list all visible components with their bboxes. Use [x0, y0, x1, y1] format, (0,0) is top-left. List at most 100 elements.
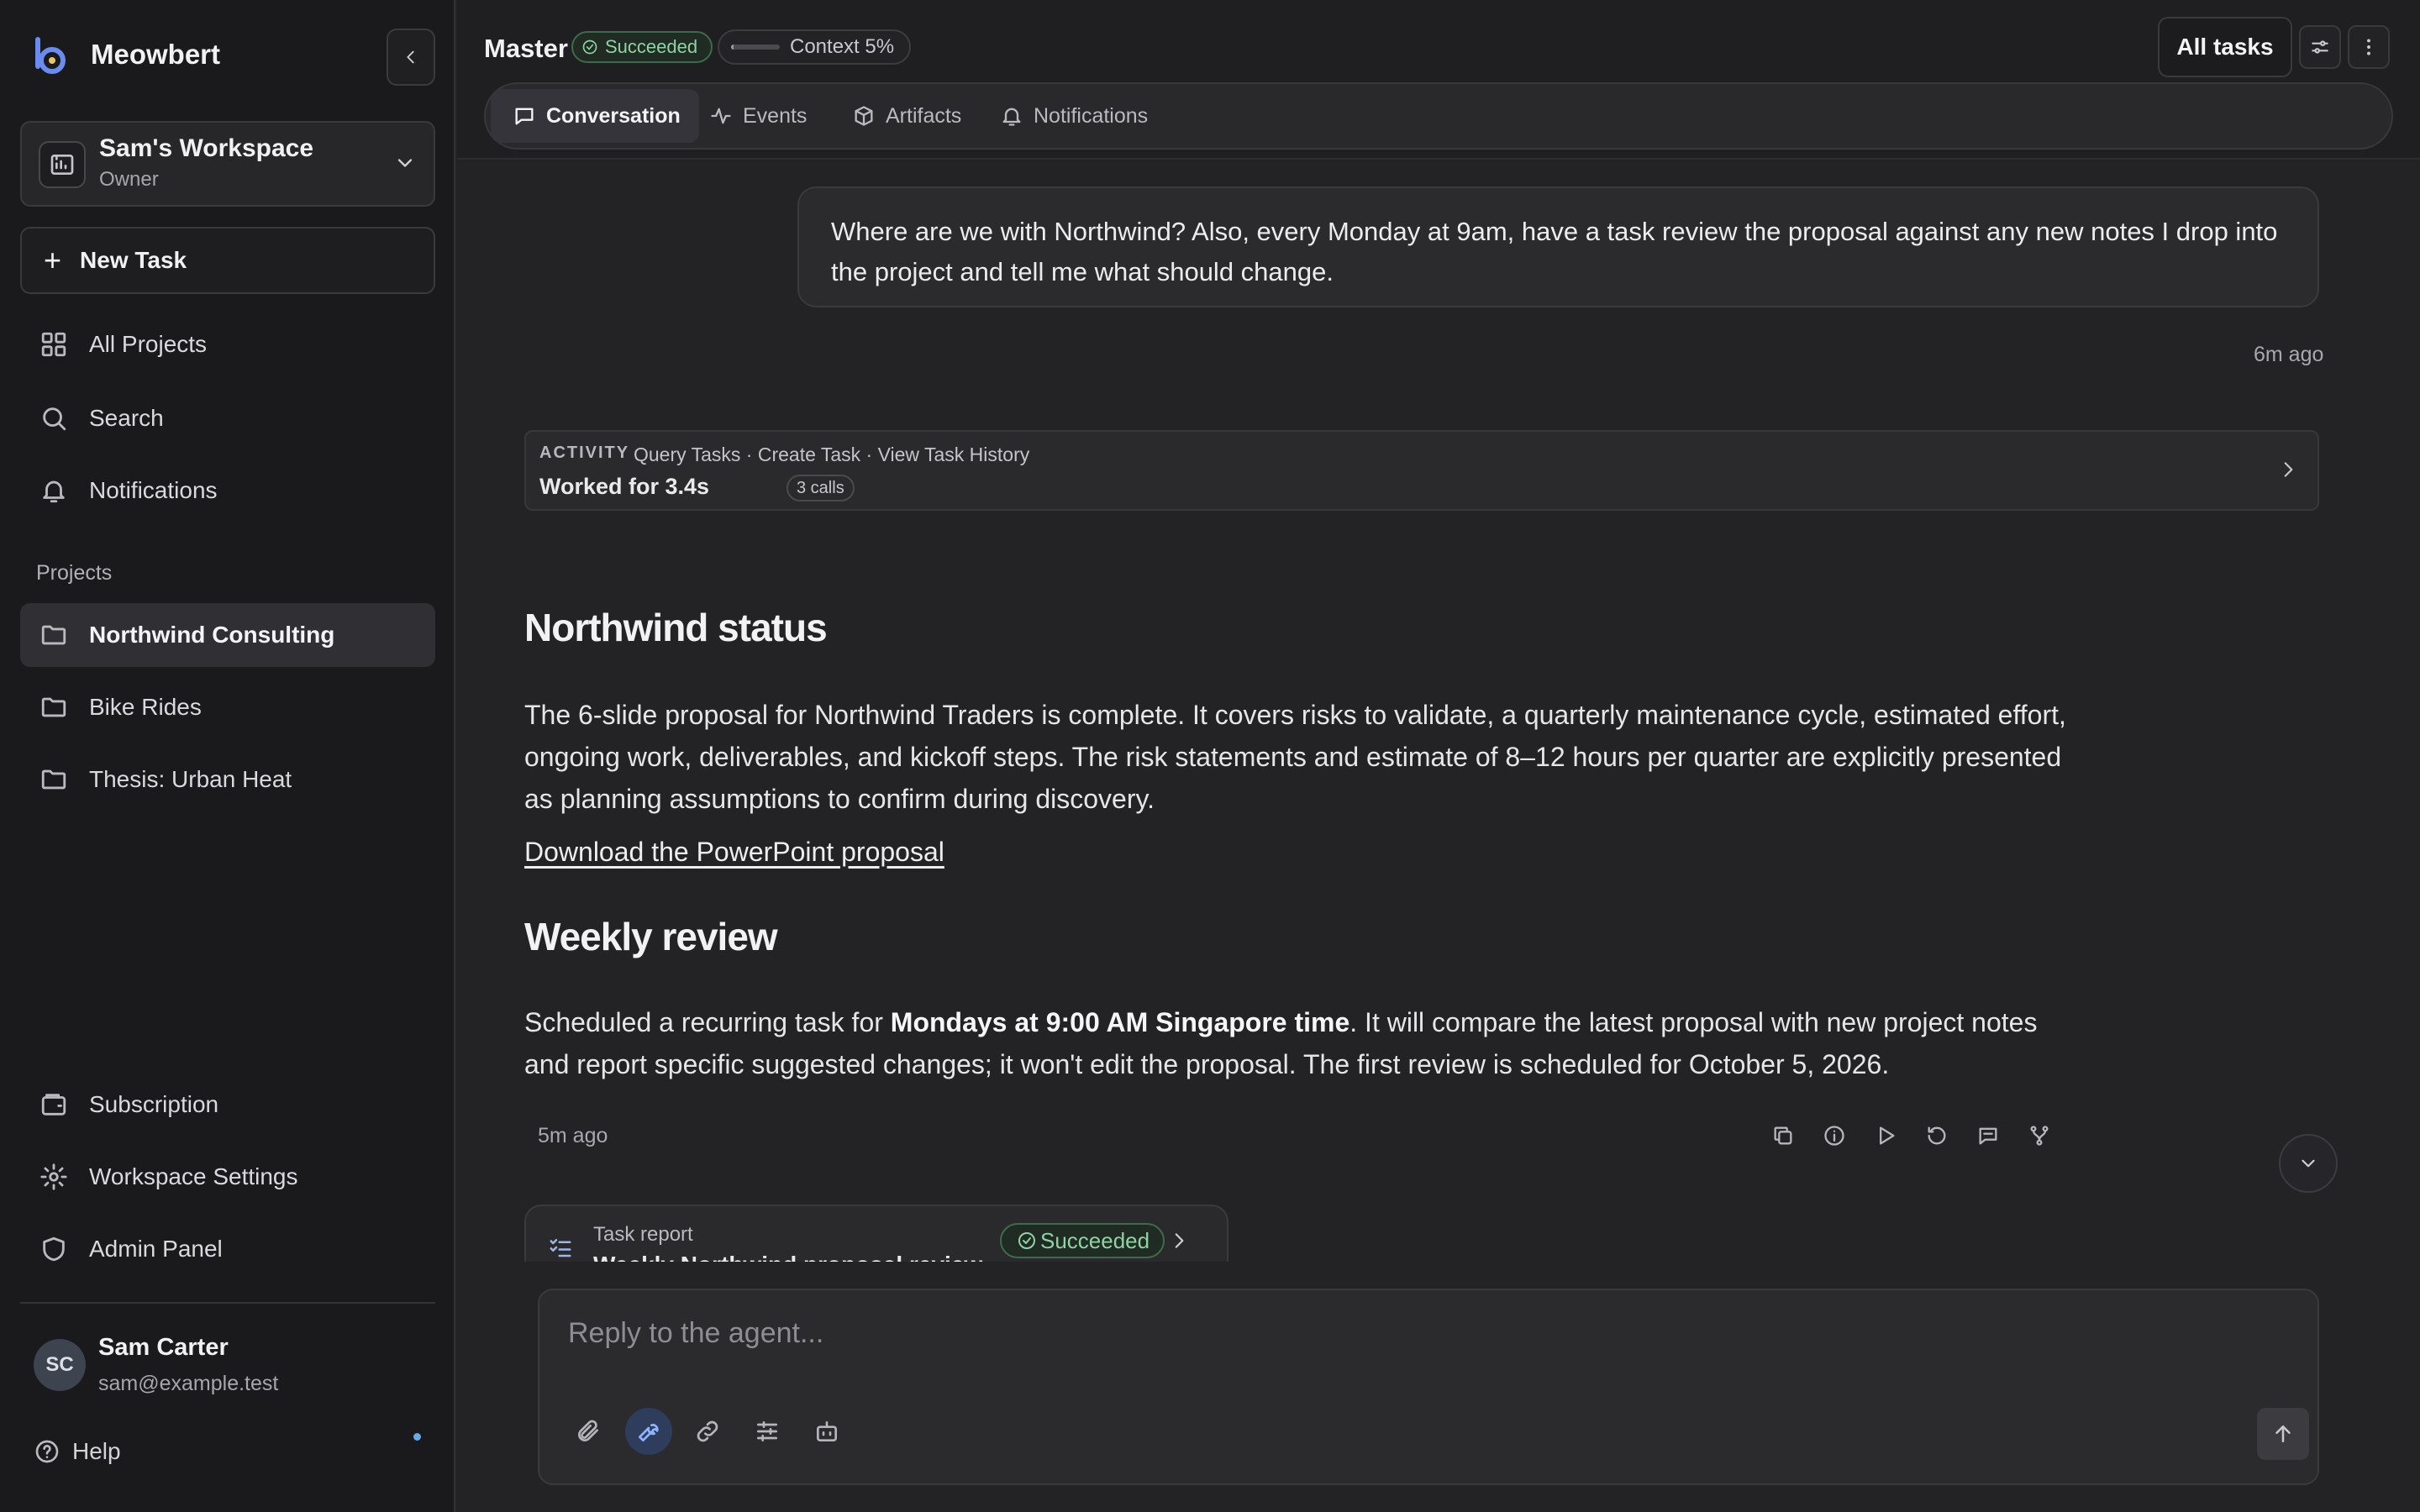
- check-circle-icon: [581, 39, 598, 55]
- chevron-down-icon: [393, 151, 417, 175]
- link-icon: [694, 1418, 721, 1445]
- git-branch-icon: [2028, 1124, 2051, 1147]
- plus-icon: +: [44, 243, 62, 277]
- task-report-card[interactable]: Task report Weekly Northwind proposal re…: [524, 1205, 1228, 1262]
- chat-icon: [513, 104, 536, 128]
- activity-calls-badge: 3 calls: [786, 475, 855, 501]
- filter-settings-button[interactable]: [2299, 25, 2341, 69]
- play-icon: [1874, 1124, 1897, 1147]
- bot-icon: [813, 1418, 840, 1445]
- all-tasks-button[interactable]: All tasks: [2158, 17, 2292, 77]
- help-link[interactable]: Help: [34, 1438, 121, 1465]
- play-button[interactable]: [1870, 1121, 1901, 1151]
- activity-icon: [709, 104, 733, 128]
- wrench-icon: [635, 1418, 662, 1445]
- context-label: Context 5%: [790, 35, 895, 58]
- arrow-up-icon: [2270, 1421, 2296, 1446]
- chevron-right-icon: [2277, 459, 2299, 480]
- sidebar-item-workspace-settings[interactable]: Workspace Settings: [20, 1147, 435, 1207]
- task-report-title: Weekly Northwind proposal review: [593, 1252, 982, 1262]
- retry-button[interactable]: [1922, 1121, 1952, 1151]
- brand[interactable]: Meowbert: [32, 34, 220, 76]
- refresh-icon: [1925, 1124, 1949, 1147]
- info-icon: [1823, 1124, 1846, 1147]
- sidebar-item-search[interactable]: Search: [20, 388, 435, 449]
- project-label: Northwind Consulting: [89, 622, 335, 648]
- send-button[interactable]: [2257, 1408, 2309, 1460]
- page-title: Master: [484, 34, 568, 63]
- response-heading-status: Northwind status: [524, 606, 828, 649]
- sidebar-item-admin-panel[interactable]: Admin Panel: [20, 1219, 435, 1279]
- attach-button[interactable]: [565, 1408, 612, 1455]
- copy-button[interactable]: [1768, 1121, 1798, 1151]
- message-timestamp: 6m ago: [2254, 343, 2324, 366]
- link-button[interactable]: [684, 1408, 731, 1455]
- status-badge: Succeeded: [571, 31, 713, 63]
- search-icon: [37, 402, 71, 435]
- sidebar-project-northwind-consulting[interactable]: Northwind Consulting: [20, 603, 435, 667]
- check-circle-icon: [1017, 1231, 1037, 1251]
- projects-heading: Projects: [36, 561, 113, 585]
- shield-icon: [37, 1232, 71, 1266]
- activity-label: ACTIVITY: [539, 444, 630, 462]
- info-button[interactable]: [1819, 1121, 1849, 1151]
- sidebar-item-notifications[interactable]: Notifications: [20, 460, 435, 521]
- more-options-button[interactable]: [2348, 25, 2390, 69]
- tab-artifacts[interactable]: Artifacts: [830, 89, 980, 143]
- sidebar-item-label: Subscription: [89, 1091, 219, 1117]
- sidebar-item-subscription[interactable]: Subscription: [20, 1074, 435, 1135]
- settings-sliders-button[interactable]: [744, 1408, 791, 1455]
- download-proposal-link[interactable]: Download the PowerPoint proposal: [524, 837, 944, 868]
- branch-button[interactable]: [2024, 1121, 2054, 1151]
- tab-label: Notifications: [1034, 103, 1149, 128]
- grid-icon: [37, 328, 71, 361]
- workspace-switcher[interactable]: Sam's Workspace Owner: [20, 121, 435, 207]
- status-text: Succeeded: [1040, 1227, 1150, 1253]
- user-message: Where are we with Northwind? Also, every…: [797, 186, 2319, 307]
- tabs-bar: Conversation Events Artifacts Notificati…: [484, 82, 2393, 150]
- list-checks-icon: [548, 1235, 573, 1260]
- copy-icon: [1771, 1124, 1795, 1147]
- status-dot: [413, 1433, 421, 1441]
- status-text: Succeeded: [605, 36, 698, 57]
- workspace-role: Owner: [99, 168, 159, 191]
- comment-button[interactable]: [1973, 1121, 2003, 1151]
- sidebar-project-thesis-urban-heat[interactable]: Thesis: Urban Heat: [20, 749, 435, 810]
- bell-icon: [1000, 104, 1023, 128]
- tab-events[interactable]: Events: [687, 89, 825, 143]
- reply-input[interactable]: [568, 1312, 2165, 1354]
- tab-label: Events: [743, 103, 808, 128]
- collapse-sidebar-button[interactable]: [387, 29, 435, 86]
- new-task-button[interactable]: + New Task: [20, 227, 435, 294]
- activity-summary[interactable]: ACTIVITY Query Tasks · Create Task · Vie…: [524, 430, 2319, 511]
- help-label: Help: [72, 1438, 121, 1464]
- project-label: Bike Rides: [89, 694, 202, 720]
- context-progress-fill: [731, 45, 734, 50]
- sliders-icon: [2309, 36, 2331, 58]
- folder-icon: [37, 763, 71, 796]
- avatar[interactable]: SC: [34, 1339, 86, 1391]
- sidebar-divider: [20, 1302, 435, 1304]
- tab-conversation[interactable]: Conversation: [491, 89, 699, 143]
- sidebar-item-label: Notifications: [89, 477, 218, 503]
- chevron-left-icon: [402, 48, 420, 66]
- bell-icon: [37, 474, 71, 507]
- activity-duration: Worked for 3.4s: [539, 474, 710, 499]
- workspace-icon: [39, 141, 86, 188]
- sidebar-item-all-projects[interactable]: All Projects: [20, 314, 435, 375]
- tab-notifications[interactable]: Notifications: [978, 89, 1166, 143]
- sidebar: Meowbert Sam's Workspace Owner + New Tas…: [0, 0, 455, 1512]
- scroll-to-bottom-button[interactable]: [2279, 1134, 2338, 1193]
- chevron-right-icon: [1168, 1230, 1190, 1252]
- response-heading-weekly-review: Weekly review: [524, 915, 778, 958]
- sidebar-project-bike-rides[interactable]: Bike Rides: [20, 677, 435, 738]
- activity-tools: Query Tasks · Create Task · View Task Hi…: [634, 444, 1030, 465]
- user-name: Sam Carter: [98, 1334, 229, 1361]
- task-header: Master Succeeded Context 5% All tasks Co…: [457, 0, 2420, 160]
- tools-button[interactable]: [625, 1408, 672, 1455]
- para-text: Scheduled a recurring task for: [524, 1007, 891, 1037]
- workspace-name: Sam's Workspace: [99, 134, 314, 162]
- schedule-highlight: Mondays at 9:00 AM Singapore time: [890, 1007, 1350, 1037]
- agent-button[interactable]: [803, 1408, 850, 1455]
- message-square-icon: [1976, 1124, 2000, 1147]
